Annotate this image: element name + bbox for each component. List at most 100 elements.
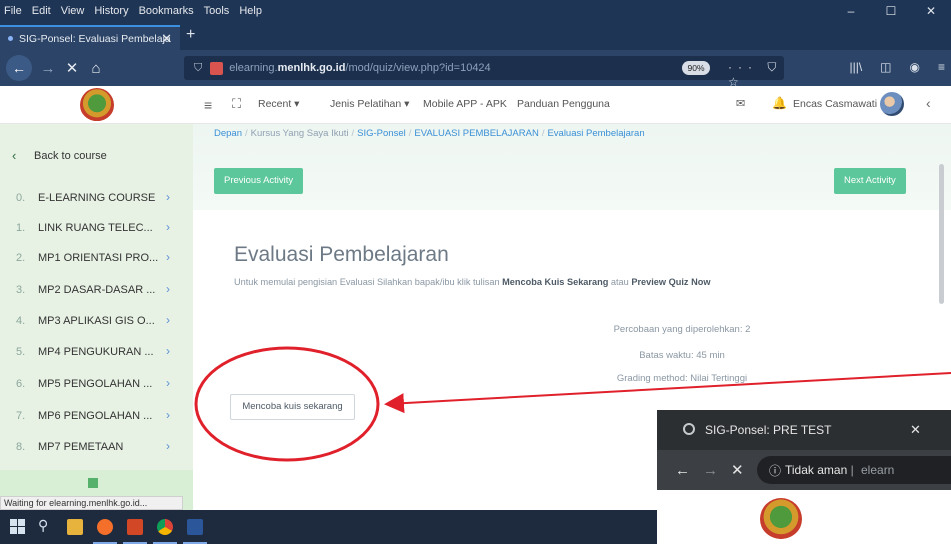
klhk-logo [760, 498, 802, 540]
chrome-tab-strip: SIG-Ponsel: PRE TEST ✕ [657, 410, 951, 450]
next-activity-button[interactable]: Next Activity [834, 168, 906, 194]
menu-file[interactable]: File [4, 5, 22, 17]
dock-icon[interactable] [88, 478, 98, 488]
zoom-indicator[interactable]: 90% [682, 61, 710, 75]
close-tab-icon[interactable]: ✕ [161, 31, 172, 47]
windows-start-icon[interactable] [10, 519, 26, 535]
sidebar-icon[interactable]: ◫ [880, 60, 891, 74]
window-controls: – ☐ ✕ [831, 0, 951, 22]
chrome-window-inset: SIG-Ponsel: PRE TEST ✕ ← → ✕ ⓘ Tidak ama… [657, 410, 951, 544]
sidebar-item-link-ruang-telec[interactable]: 1. LINK RUANG TELEC... › [0, 212, 193, 245]
mail-icon[interactable]: ✉ [736, 97, 745, 110]
stop-button[interactable]: ✕ [60, 59, 84, 77]
menu-help[interactable]: Help [239, 5, 262, 17]
breadcrumb-sig-ponsel[interactable]: SIG-Ponsel [357, 128, 406, 139]
back-arrow-icon[interactable]: ← [675, 462, 690, 479]
file-explorer-icon[interactable] [67, 519, 83, 535]
tab-active[interactable]: SIG-Ponsel: Evaluasi Pembelaja ✕ [0, 25, 180, 50]
chrome-icon[interactable] [157, 519, 173, 535]
menu-bookmarks[interactable]: Bookmarks [139, 5, 194, 17]
back-button[interactable]: ← [6, 55, 32, 81]
nav-panduan-pengguna[interactable]: Panduan Pengguna [517, 98, 610, 110]
search-icon[interactable]: ⚲ [38, 517, 54, 533]
menu-tools[interactable]: Tools [204, 5, 230, 17]
close-tab-icon[interactable]: ✕ [910, 422, 921, 438]
menu-bar: File Edit View History Bookmarks Tools H… [0, 0, 951, 22]
status-bar: Waiting for elearning.menlhk.go.id... [0, 496, 183, 510]
attempts-allowed: Percobaan yang diperolehkan: 2 [613, 324, 751, 335]
hamburger-icon[interactable]: ≡ [204, 97, 212, 113]
url-bar[interactable]: ⛉ elearning.menlhk.go.id/mod/quiz/view.p… [184, 56, 784, 89]
nav-mobile-app[interactable]: Mobile APP - APK [423, 98, 507, 110]
tab-bar: SIG-Ponsel: Evaluasi Pembelaja ✕ + [0, 22, 951, 50]
chevron-right-icon: › [166, 282, 170, 296]
stop-icon[interactable]: ✕ [731, 461, 744, 479]
breadcrumb-depan[interactable]: Depan [214, 128, 242, 139]
sidebar-item-mp5[interactable]: 6. MP5 PENGOLAHAN ... › [0, 368, 193, 401]
account-icon[interactable]: ◉ [910, 60, 920, 74]
breadcrumb-separator: / [408, 128, 412, 139]
chevron-left-icon[interactable]: ‹ [12, 148, 16, 163]
site-header: ≡ ⛶ Recent ▾ Jenis Pelatihan ▾ Mobile AP… [0, 86, 951, 124]
time-limit: Batas waktu: 45 min [639, 350, 725, 361]
sidebar-item-mp4[interactable]: 5. MP4 PENGUKURAN ... › [0, 336, 193, 369]
menu-history[interactable]: History [94, 5, 128, 17]
minimize-button[interactable]: – [831, 0, 871, 22]
chrome-url-text: elearn [861, 463, 895, 477]
page-title: Evaluasi Pembelajaran [234, 243, 449, 266]
powerpoint-icon[interactable] [127, 519, 143, 535]
chevron-right-icon: › [166, 220, 170, 234]
nav-jenis-pelatihan[interactable]: Jenis Pelatihan ▾ [330, 98, 409, 110]
toolbar-right: |||\ ◫ ◉ ≡ [849, 60, 945, 74]
scrollbar[interactable] [939, 164, 944, 304]
chrome-omnibox[interactable]: ⓘ Tidak aman | elearn [757, 456, 951, 484]
user-name[interactable]: Encas Casmawati [793, 98, 877, 110]
bell-icon[interactable]: 🔔 [772, 96, 787, 110]
avatar[interactable] [880, 92, 904, 116]
chrome-page [657, 490, 951, 544]
home-icon[interactable]: ⌂ [84, 60, 108, 77]
sidebar-item-mp6[interactable]: 7. MP6 PENGOLAHAN ... › [0, 400, 193, 433]
navigation-toolbar: ← → ✕ ⌂ ⛉ elearning.menlhk.go.id/mod/qui… [0, 50, 951, 89]
library-icon[interactable]: |||\ [849, 60, 862, 74]
breadcrumb-separator: / [351, 128, 355, 139]
sidebar-item-mp2[interactable]: 3. MP2 DASAR-DASAR ... › [0, 274, 193, 307]
nav-recent[interactable]: Recent ▾ [258, 98, 299, 110]
sidebar-item-mp3[interactable]: 4. MP3 APLIKASI GIS O... › [0, 305, 193, 338]
breadcrumb-evaluasi-section[interactable]: EVALUASI PEMBELAJARAN [414, 128, 538, 139]
chevron-right-icon: › [166, 344, 170, 358]
klhk-logo[interactable] [80, 88, 114, 122]
breadcrumb-separator: / [541, 128, 545, 139]
chrome-toolbar: ← → ✕ ⓘ Tidak aman | elearn [657, 450, 951, 490]
info-icon[interactable]: ⓘ [769, 462, 781, 479]
new-tab-button[interactable]: + [186, 26, 195, 44]
course-sidebar: ‹ Back to course 0. E-LEARNING COURSE › 1.… [0, 124, 193, 510]
menu-view[interactable]: View [61, 5, 85, 17]
firefox-icon[interactable] [97, 519, 113, 535]
tracking-shield-icon[interactable]: ⛉ [194, 62, 202, 75]
maximize-button[interactable]: ☐ [871, 0, 911, 22]
chevron-right-icon: › [166, 313, 170, 327]
sidebar-item-mp1[interactable]: 2. MP1 ORIENTASI PRO... › [0, 242, 193, 275]
back-to-course-link[interactable]: Back to course [34, 150, 107, 162]
word-icon[interactable] [187, 519, 203, 535]
sidebar-item-mp7[interactable]: 8. MP7 PEMETAAN › [0, 431, 193, 464]
forward-arrow-icon[interactable]: → [703, 462, 718, 479]
chevron-right-icon: › [166, 376, 170, 390]
chevron-right-icon: › [166, 190, 170, 204]
chevron-left-icon[interactable]: ‹ [926, 95, 931, 111]
intro-bold-mencoba: Mencoba Kuis Sekarang [502, 277, 609, 287]
previous-activity-button[interactable]: Previous Activity [214, 168, 304, 194]
chrome-tab-title[interactable]: SIG-Ponsel: PRE TEST [705, 423, 832, 437]
menu-icon[interactable]: ≡ [938, 60, 945, 74]
close-window-button[interactable]: ✕ [911, 0, 951, 22]
intro-bold-preview: Preview Quiz Now [631, 277, 711, 287]
page-actions[interactable]: ··· ⛉ ☆ [728, 60, 784, 89]
sidebar-item-e-learning-course[interactable]: 0. E-LEARNING COURSE › [0, 182, 193, 215]
breadcrumb-evaluasi-current[interactable]: Evaluasi Pembelajaran [547, 128, 644, 139]
forward-button[interactable]: → [36, 60, 60, 77]
attempt-quiz-button[interactable]: Mencoba kuis sekarang [230, 394, 355, 420]
tab-title: SIG-Ponsel: Evaluasi Pembelaja [19, 32, 171, 45]
fullscreen-icon[interactable]: ⛶ [232, 96, 241, 112]
menu-edit[interactable]: Edit [32, 5, 51, 17]
